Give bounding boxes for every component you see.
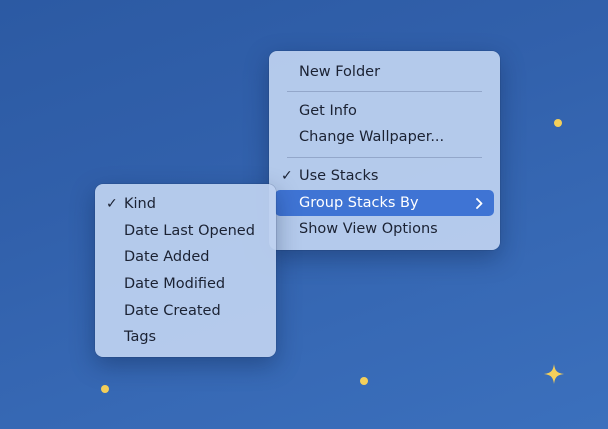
- submenu-item-date-last-opened[interactable]: Date Last Opened: [100, 218, 271, 245]
- menu-item-label: Use Stacks: [299, 168, 379, 185]
- menu-item-label: New Folder: [299, 64, 381, 80]
- wallpaper-dot: [360, 377, 368, 385]
- menu-item-change-wallpaper[interactable]: Change Wallpaper...: [275, 124, 494, 151]
- menu-item-label: Kind: [124, 196, 156, 212]
- menu-item-use-stacks[interactable]: ✓ Use Stacks: [275, 163, 494, 190]
- menu-item-label: Date Added: [124, 249, 210, 266]
- checkmark-icon: ✓: [106, 196, 118, 212]
- menu-separator: [287, 156, 482, 158]
- submenu-item-date-modified[interactable]: Date Modified: [100, 271, 271, 298]
- submenu-item-date-created[interactable]: Date Created: [100, 298, 271, 325]
- desktop-context-menu: New Folder Get Info Change Wallpaper... …: [269, 51, 500, 250]
- menu-item-label: Get Info: [299, 102, 357, 119]
- chevron-right-icon: [476, 197, 483, 209]
- group-stacks-by-submenu: ✓ Kind Date Last Opened Date Added Date …: [95, 184, 276, 357]
- menu-item-label: Show View Options: [299, 221, 438, 238]
- menu-item-label: Change Wallpaper...: [299, 129, 445, 146]
- menu-item-show-view-options[interactable]: Show View Options: [275, 216, 494, 243]
- submenu-item-tags[interactable]: Tags: [100, 324, 271, 351]
- menu-item-label: Date Last Opened: [124, 222, 255, 239]
- menu-item-label: Tags: [124, 329, 157, 346]
- submenu-item-date-added[interactable]: Date Added: [100, 244, 271, 271]
- menu-item-group-stacks-by[interactable]: Group Stacks By: [275, 189, 494, 217]
- checkmark-icon: ✓: [281, 168, 293, 185]
- sparkle-icon: [544, 364, 564, 384]
- menu-item-label: Date Modified: [124, 276, 226, 293]
- menu-item-get-info[interactable]: Get Info: [275, 98, 494, 125]
- menu-item-new-folder[interactable]: New Folder: [275, 59, 494, 86]
- wallpaper-dot: [101, 385, 109, 393]
- menu-separator: [287, 91, 482, 93]
- submenu-item-kind[interactable]: ✓ Kind: [100, 191, 271, 218]
- wallpaper-dot: [554, 119, 562, 127]
- menu-item-label: Group Stacks By: [299, 194, 419, 211]
- menu-item-label: Date Created: [124, 302, 221, 319]
